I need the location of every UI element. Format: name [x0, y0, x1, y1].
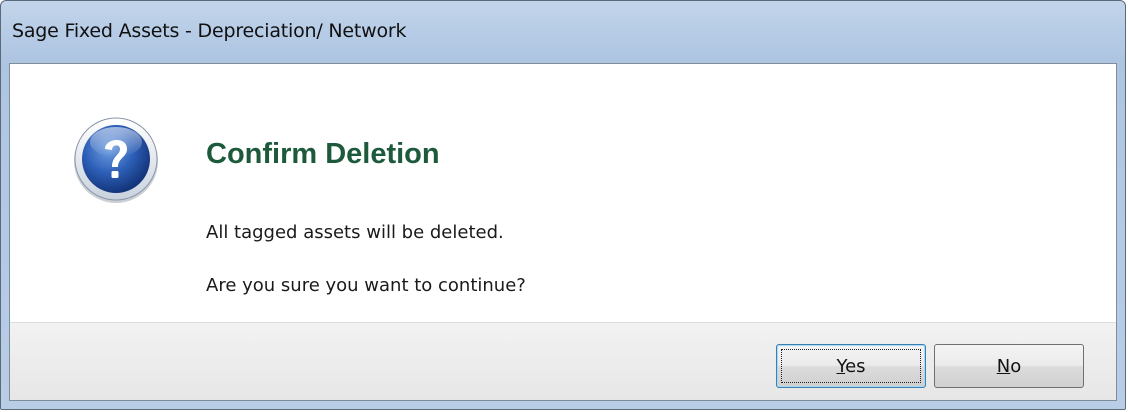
question-icon [74, 117, 158, 203]
yes-button-label: Yes [836, 355, 866, 377]
title-bar[interactable]: Sage Fixed Assets - Depreciation/ Networ… [1, 1, 1125, 63]
message-line-1: All tagged assets will be deleted. [206, 222, 504, 243]
window-title: Sage Fixed Assets - Depreciation/ Networ… [12, 20, 407, 42]
yes-button[interactable]: Yes [776, 344, 926, 388]
no-button-label: No [996, 355, 1022, 377]
dialog-heading: Confirm Deletion [206, 138, 440, 170]
message-line-2: Are you sure you want to continue? [206, 275, 526, 296]
dialog-window: Sage Fixed Assets - Depreciation/ Networ… [0, 0, 1126, 410]
button-bar: Yes No [10, 322, 1116, 400]
no-button[interactable]: No [934, 344, 1084, 388]
dialog-body: Confirm Deletion All tagged assets will … [9, 63, 1117, 401]
